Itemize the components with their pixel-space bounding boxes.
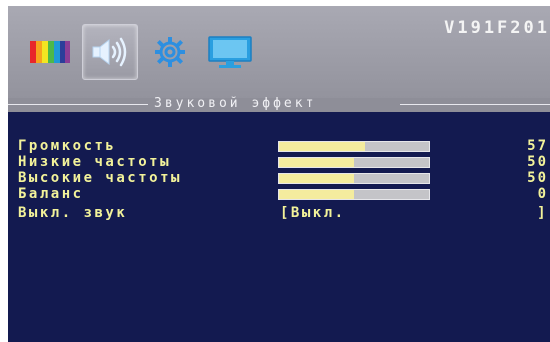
bass-slider[interactable]	[278, 157, 430, 168]
tab-sound[interactable]	[82, 24, 138, 80]
slider-fill	[279, 142, 365, 151]
setting-label: Высокие частоты	[18, 170, 182, 186]
setting-value: 57	[527, 138, 548, 154]
setting-label: Баланс	[18, 186, 84, 202]
slider-fill	[279, 174, 354, 183]
color-bars-icon	[30, 41, 70, 63]
section-divider-left	[8, 104, 148, 105]
setting-row-volume[interactable]: Громкость 57	[18, 138, 548, 155]
setting-row-bass[interactable]: Низкие частоты 50	[18, 154, 548, 171]
tab-display[interactable]	[202, 24, 258, 80]
slider-fill	[279, 190, 354, 199]
setting-row-balance[interactable]: Баланс 0	[18, 186, 548, 203]
section-divider-right	[400, 104, 550, 105]
osd-header: V191F201	[8, 6, 550, 98]
balance-slider[interactable]	[278, 189, 430, 200]
setting-label: Низкие частоты	[18, 154, 172, 170]
mute-bracket-close: ]	[537, 205, 548, 221]
setting-label: Выкл. звук	[18, 205, 128, 221]
mute-value[interactable]: [Выкл.	[280, 205, 346, 222]
setting-value: 0	[537, 186, 548, 202]
setting-label: Громкость	[18, 138, 117, 154]
treble-slider[interactable]	[278, 173, 430, 184]
model-label: V191F201	[444, 18, 550, 38]
section-title: Звуковой эффект	[154, 96, 317, 111]
setting-value: 50	[527, 154, 548, 170]
setting-row-treble[interactable]: Высокие частоты 50	[18, 170, 548, 187]
volume-slider[interactable]	[278, 141, 430, 152]
setting-value: 50	[527, 170, 548, 186]
slider-fill	[279, 158, 354, 167]
osd-screen: V191F201 Звуковой эффект Громкость 57 Ни…	[8, 6, 550, 342]
monitor-icon	[208, 36, 252, 68]
tab-settings[interactable]	[142, 24, 198, 80]
speaker-icon	[92, 37, 127, 67]
gear-icon	[155, 37, 185, 67]
section-header: Звуковой эффект	[8, 96, 550, 112]
setting-row-mute[interactable]: Выкл. звук [Выкл. ]	[18, 205, 548, 222]
tab-picture[interactable]	[22, 24, 78, 80]
